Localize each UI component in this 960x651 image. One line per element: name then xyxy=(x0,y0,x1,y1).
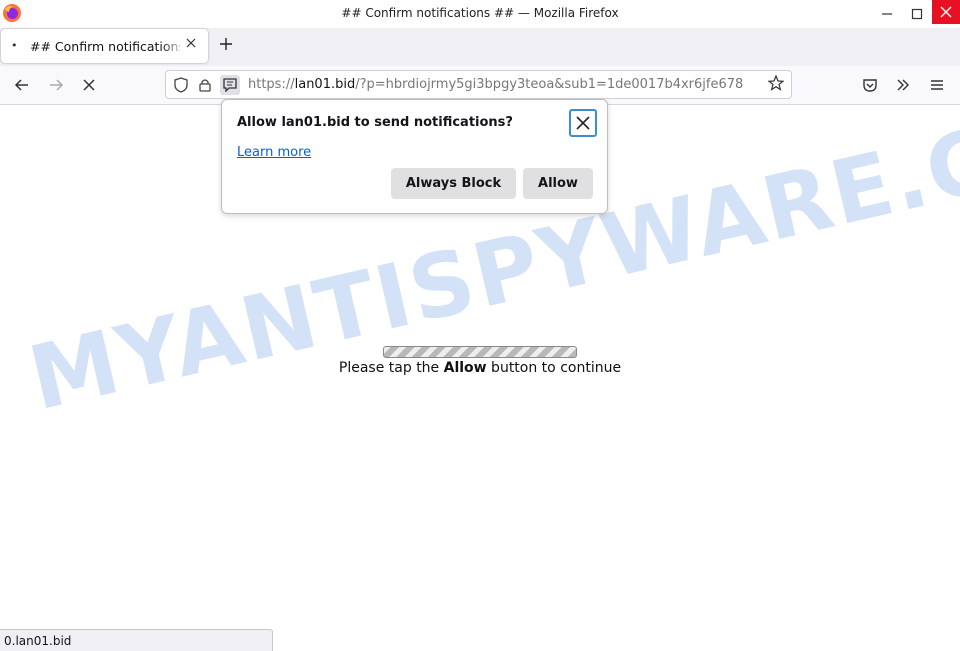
minimize-button[interactable] xyxy=(873,0,901,28)
tracking-protection-button[interactable] xyxy=(171,75,191,95)
message-bold: Allow xyxy=(443,360,487,376)
url-domain: lan01.bid xyxy=(294,77,356,92)
hamburger-icon xyxy=(931,80,943,90)
tab-title-fade xyxy=(161,35,186,57)
url-prefix: https:// xyxy=(248,77,295,92)
close-window-button[interactable] xyxy=(932,0,960,24)
window-title: ## Confirm notifications ## — Mozilla Fi… xyxy=(341,6,619,20)
arrow-right-icon xyxy=(50,79,64,91)
maximize-button[interactable] xyxy=(903,0,931,28)
url-bar[interactable]: https://lan01.bid/?p=hbrdiojrmy5gi3bpgy3… xyxy=(165,70,792,99)
plus-icon xyxy=(220,38,232,50)
notification-permission-popup: Allow lan01.bid to send notifications? L… xyxy=(221,99,608,214)
always-block-button[interactable]: Always Block xyxy=(391,168,516,199)
continue-message: Please tap the Allow button to continue xyxy=(0,360,960,376)
tab-strip: • ## Confirm notifications xyxy=(0,28,960,66)
arrow-left-icon xyxy=(14,79,28,91)
url-path: /?p=hbrdiojrmy5gi3bpgy3teoa&sub1=1de0017… xyxy=(355,77,744,92)
close-icon xyxy=(576,116,590,130)
forward-button[interactable] xyxy=(44,73,68,97)
status-bar: 0.lan01.bid xyxy=(0,629,273,651)
minimize-icon xyxy=(882,13,892,15)
loading-dot-icon: • xyxy=(11,39,18,52)
app-menu-button[interactable] xyxy=(925,73,949,97)
chevron-double-right-icon xyxy=(897,79,909,91)
title-bar: ## Confirm notifications ## — Mozilla Fi… xyxy=(0,0,960,29)
close-tab-button[interactable] xyxy=(186,36,196,52)
chat-bubble-icon xyxy=(223,78,237,92)
popup-title: Allow lan01.bid to send notifications? xyxy=(237,115,513,130)
bookmark-button[interactable] xyxy=(767,74,785,95)
lock-icon xyxy=(199,79,211,92)
stop-icon xyxy=(83,79,95,91)
close-icon xyxy=(940,6,952,18)
message-after: button to continue xyxy=(486,360,622,376)
message-before: Please tap the xyxy=(338,360,444,376)
notification-permission-button[interactable] xyxy=(220,75,240,95)
loading-progress-bar xyxy=(383,346,577,358)
url-text[interactable]: https://lan01.bid/?p=hbrdiojrmy5gi3bpgy3… xyxy=(248,77,743,92)
learn-more-link[interactable]: Learn more xyxy=(237,145,311,160)
back-button[interactable] xyxy=(10,73,34,97)
allow-button[interactable]: Allow xyxy=(523,168,593,199)
tab-confirm-notifications[interactable]: • ## Confirm notifications xyxy=(1,29,208,63)
tab-title: ## Confirm notifications xyxy=(30,39,180,54)
shield-icon xyxy=(174,77,188,93)
star-icon xyxy=(767,74,785,91)
pocket-button[interactable] xyxy=(858,73,882,97)
close-icon xyxy=(186,38,196,48)
maximize-icon xyxy=(911,8,923,20)
pocket-icon xyxy=(863,79,877,92)
new-tab-button[interactable] xyxy=(219,34,233,56)
site-security-button[interactable] xyxy=(195,75,215,95)
popup-close-button[interactable] xyxy=(569,109,597,137)
overflow-menu-button[interactable] xyxy=(891,73,915,97)
stop-button[interactable] xyxy=(77,73,101,97)
